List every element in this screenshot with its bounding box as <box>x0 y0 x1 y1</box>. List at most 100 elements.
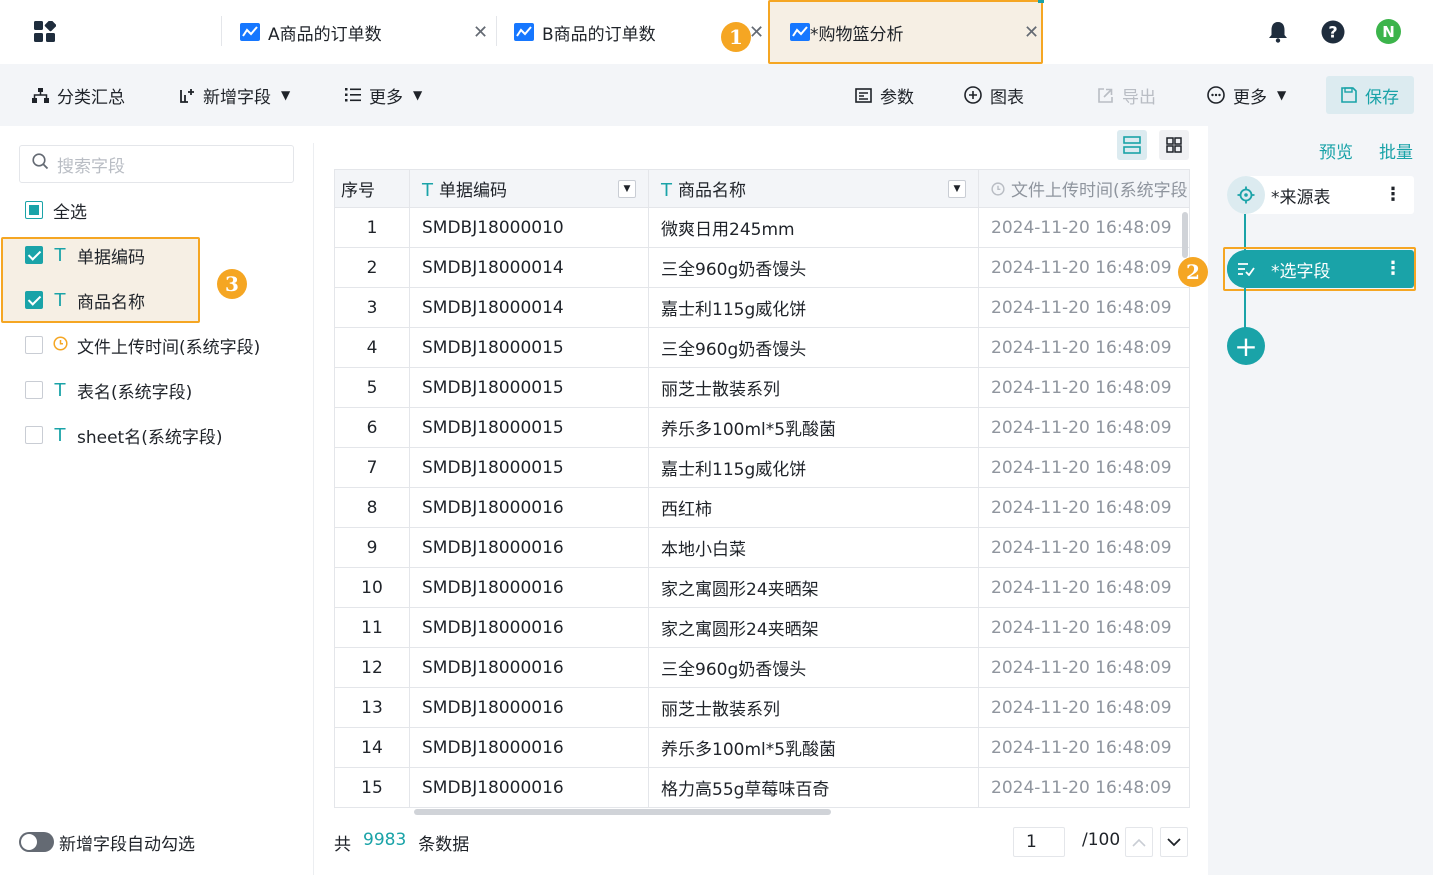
table-row[interactable]: 1 SMDBJ18000010 微爽日用245mm 2024-11-20 16:48:… <box>334 207 1190 248</box>
cell-upload-time: 2024-11-20 16:48:09 <box>978 527 1190 568</box>
select-fields-icon <box>1227 250 1265 288</box>
table-header-row: 序号 T 单据编码 ▼ T 商品名称 ▼ 文件上传时间(系统字段) <box>334 169 1190 208</box>
group-summary-button[interactable]: 分类汇总 <box>32 64 125 126</box>
cell-doc-code: SMDBJ18000016 <box>409 647 649 688</box>
tab-basket-analysis[interactable]: *购物篮分析 ✕ <box>790 0 1040 64</box>
flow-panel: 预览 批量 *来源表 ⋮ *选字段 ⋮ + 2 <box>1178 126 1433 875</box>
field-item-product-name[interactable]: T 商品名称 <box>25 287 145 313</box>
checkbox-unchecked[interactable] <box>25 381 43 399</box>
more-right-button[interactable]: 更多 ▼ <box>1207 64 1286 126</box>
tab-a-orders[interactable]: A商品的订单数 ✕ <box>240 0 490 64</box>
more-vertical-icon[interactable]: ⋮ <box>1384 258 1402 279</box>
grid-view-button[interactable] <box>1159 130 1189 160</box>
search-input[interactable]: 搜索字段 <box>19 145 294 183</box>
table-row[interactable]: 2 SMDBJ18000014 三全960g奶香馒头 2024-11-20 16:48… <box>334 247 1190 288</box>
add-field-label: 新增字段 <box>203 87 271 108</box>
cell-index: 1 <box>334 207 410 248</box>
close-icon[interactable]: ✕ <box>473 22 488 43</box>
chart-tab-icon <box>514 23 534 41</box>
toolbar: 分类汇总 新增字段 ▼ 更多 ▼ 参数 图表 导出 更多 ▼ 保存 <box>0 64 1433 126</box>
checkbox-partial[interactable] <box>25 201 43 219</box>
text-type-icon: T <box>54 289 66 311</box>
cell-doc-code: SMDBJ18000015 <box>409 447 649 488</box>
checkbox-unchecked[interactable] <box>25 336 43 354</box>
cell-doc-code: SMDBJ18000015 <box>409 367 649 408</box>
table-row[interactable]: 3 SMDBJ18000014 嘉士利115g威化饼 2024-11-20 16:48… <box>334 287 1190 328</box>
page-down-button[interactable] <box>1160 827 1188 857</box>
column-header-index: 序号 <box>334 169 410 208</box>
table-row[interactable]: 11 SMDBJ18000016 家之寓圆形24夹晒架 2024-11-20 16:4… <box>334 607 1190 648</box>
table-view-button[interactable] <box>1117 130 1147 160</box>
app-grid-icon[interactable] <box>34 21 56 43</box>
help-icon[interactable]: ? <box>1321 20 1345 44</box>
cell-doc-code: SMDBJ18000010 <box>409 207 649 248</box>
cell-upload-time: 2024-11-20 16:48:09 <box>978 567 1190 608</box>
table-row[interactable]: 6 SMDBJ18000015 养乐多100ml*5乳酸菌 2024-11-20 16… <box>334 407 1190 448</box>
cell-product-name: 养乐多100ml*5乳酸菌 <box>648 407 979 448</box>
batch-link[interactable]: 批量 <box>1379 138 1413 163</box>
column-header-label: 单据编码 <box>439 181 507 201</box>
table-row[interactable]: 12 SMDBJ18000016 三全960g奶香馒头 2024-11-20 16:4… <box>334 647 1190 688</box>
dropdown-icon[interactable]: ▼ <box>948 180 966 198</box>
dropdown-icon[interactable]: ▼ <box>618 180 636 198</box>
checkbox-checked[interactable] <box>25 246 43 264</box>
column-header-upload-time[interactable]: 文件上传时间(系统字段) <box>978 169 1190 208</box>
flow-node-select-fields[interactable]: *选字段 ⋮ <box>1227 250 1414 288</box>
table-row[interactable]: 14 SMDBJ18000016 养乐多100ml*5乳酸菌 2024-11-20 1… <box>334 727 1190 768</box>
cell-index: 9 <box>334 527 410 568</box>
cell-upload-time: 2024-11-20 16:48:09 <box>978 647 1190 688</box>
search-icon <box>32 153 49 175</box>
cell-product-name: 丽芝士散装系列 <box>648 367 979 408</box>
select-all-checkbox[interactable]: 全选 <box>25 197 87 223</box>
add-field-icon <box>179 87 195 103</box>
field-item-upload-time[interactable]: 文件上传时间(系统字段) <box>25 332 260 358</box>
column-header-product-name[interactable]: T 商品名称 ▼ <box>648 169 979 208</box>
bell-icon[interactable] <box>1266 20 1290 44</box>
column-header-doc-code[interactable]: T 单据编码 ▼ <box>409 169 649 208</box>
auto-select-toggle[interactable] <box>19 832 54 852</box>
save-button[interactable]: 保存 <box>1326 76 1414 114</box>
preview-link[interactable]: 预览 <box>1319 138 1353 163</box>
chart-button[interactable]: 图表 <box>964 64 1024 126</box>
add-node-button[interactable]: + <box>1227 327 1265 365</box>
field-label: 表名(系统字段) <box>77 382 193 403</box>
close-icon[interactable]: ✕ <box>749 22 764 43</box>
annotation-badge-2: 2 <box>1178 257 1208 287</box>
checkbox-unchecked[interactable] <box>25 426 43 444</box>
cell-product-name: 丽芝士散装系列 <box>648 687 979 728</box>
checkbox-checked[interactable] <box>25 291 43 309</box>
table-row[interactable]: 8 SMDBJ18000016 西红柿 2024-11-20 16:48:09 <box>334 487 1190 528</box>
node-label: *来源表 <box>1271 187 1331 208</box>
table-row[interactable]: 9 SMDBJ18000016 本地小白菜 2024-11-20 16:48:09 <box>334 527 1190 568</box>
horizontal-scrollbar[interactable] <box>414 809 831 815</box>
table-row[interactable]: 5 SMDBJ18000015 丽芝士散装系列 2024-11-20 16:48:09 <box>334 367 1190 408</box>
more-left-button[interactable]: 更多 ▼ <box>345 64 422 126</box>
add-field-button[interactable]: 新增字段 ▼ <box>179 64 290 126</box>
group-summary-label: 分类汇总 <box>57 87 125 108</box>
page-up-button[interactable] <box>1125 827 1153 857</box>
export-button[interactable]: 导出 <box>1097 64 1156 126</box>
record-count-suffix: 条数据 <box>418 835 470 855</box>
field-item-table-name[interactable]: T 表名(系统字段) <box>25 377 192 403</box>
table-row[interactable]: 10 SMDBJ18000016 家之寓圆形24夹晒架 2024-11-20 16:4… <box>334 567 1190 608</box>
table-row[interactable]: 7 SMDBJ18000015 嘉士利115g威化饼 2024-11-20 16:48… <box>334 447 1190 488</box>
text-type-icon: T <box>54 424 66 446</box>
table-row[interactable]: 4 SMDBJ18000015 三全960g奶香馒头 2024-11-20 16:48… <box>334 327 1190 368</box>
clock-type-icon <box>53 335 68 356</box>
more-vertical-icon[interactable]: ⋮ <box>1384 184 1402 205</box>
cell-doc-code: SMDBJ18000016 <box>409 687 649 728</box>
flow-node-source[interactable]: *来源表 ⋮ <box>1227 176 1414 214</box>
params-button[interactable]: 参数 <box>855 64 914 126</box>
table-row[interactable]: 15 SMDBJ18000016 格力高55g草莓味百奇 2024-11-20 16:… <box>334 767 1190 808</box>
field-item-sheet-name[interactable]: T sheet名(系统字段) <box>25 422 222 448</box>
cell-doc-code: SMDBJ18000014 <box>409 247 649 288</box>
avatar[interactable]: N <box>1376 19 1401 44</box>
page-number-input[interactable]: 1 <box>1013 827 1065 857</box>
vertical-scrollbar[interactable] <box>1182 212 1188 258</box>
close-icon[interactable]: ✕ <box>1024 22 1039 43</box>
field-item-doc-code[interactable]: T 单据编码 <box>25 242 145 268</box>
annotation-badge-1: 1 <box>721 22 751 52</box>
text-type-icon: T <box>422 180 433 201</box>
list-icon <box>345 88 361 102</box>
table-row[interactable]: 13 SMDBJ18000016 丽芝士散装系列 2024-11-20 16:48:0… <box>334 687 1190 728</box>
